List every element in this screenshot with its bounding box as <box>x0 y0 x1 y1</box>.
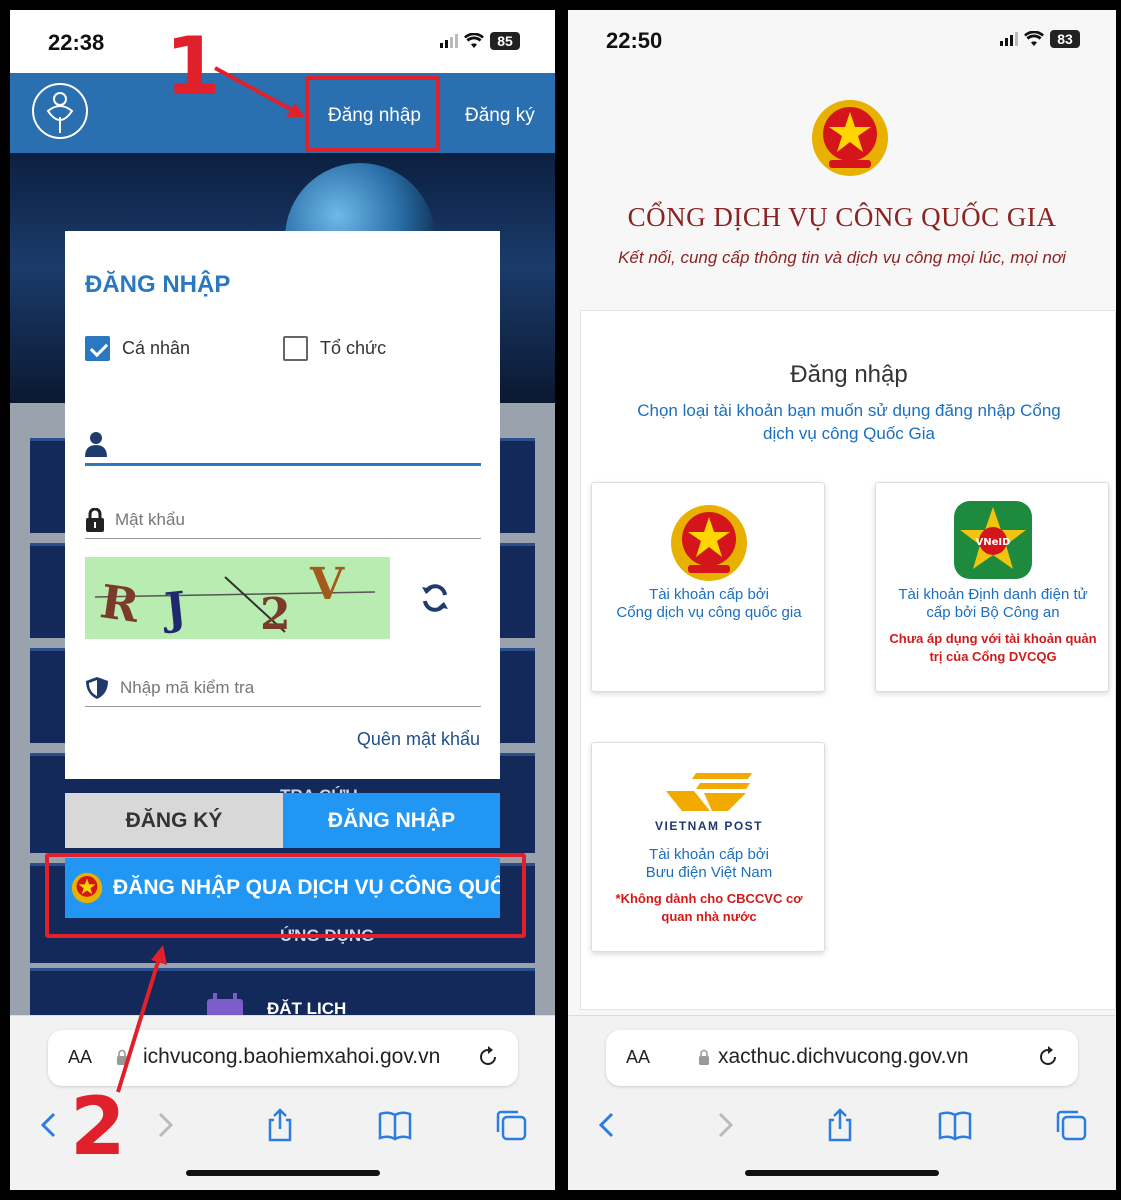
account-option-vneid[interactable]: VNeID Tài khoản Định danh điện tử cấp bở… <box>875 482 1109 692</box>
share-icon[interactable] <box>263 1108 297 1142</box>
home-indicator <box>185 1170 380 1176</box>
national-emblem-icon <box>812 100 888 176</box>
wifi-icon <box>464 33 484 48</box>
account-label-line2: Cổng dịch vụ công quốc gia <box>616 604 802 621</box>
forward-icon[interactable] <box>708 1108 742 1142</box>
lock-icon <box>86 508 104 532</box>
account-label-line1: Tài khoản cấp bởi <box>649 586 769 603</box>
register-button[interactable]: ĐĂNG KÝ <box>65 793 283 848</box>
captcha-text: R J 2 V <box>94 559 376 640</box>
organization-checkbox[interactable] <box>283 336 308 361</box>
account-label-line1: Tài khoản cấp bởi <box>649 846 769 863</box>
address-bar[interactable]: AA xacthuc.dichvucong.gov.vn <box>606 1030 1078 1086</box>
bookmarks-icon[interactable] <box>378 1108 412 1142</box>
individual-option[interactable]: Cá nhân <box>85 336 190 361</box>
url-text: ichvucong.baohiemxahoi.gov.vn <box>143 1045 441 1068</box>
portal-subtitle: Kết nối, cung cấp thông tin và dịch vụ c… <box>618 248 1066 267</box>
forgot-password-link[interactable]: Quên mật khẩu <box>357 729 480 750</box>
individual-checkbox[interactable] <box>85 336 110 361</box>
password-input[interactable]: Mật khẩu <box>85 503 481 539</box>
status-icons: 85 <box>440 32 520 50</box>
account-label-line2: Bưu điện Việt Nam <box>645 864 773 881</box>
svg-text:R: R <box>97 574 143 633</box>
shield-icon <box>86 677 108 699</box>
battery-icon: 85 <box>490 32 520 50</box>
reader-aa-button[interactable]: AA <box>626 1047 650 1068</box>
captcha-code-placeholder: Nhập mã kiểm tra <box>120 678 255 697</box>
login-title: Đăng nhập <box>790 361 908 388</box>
browser-toolbar: AA xacthuc.dichvucong.gov.vn <box>568 1015 1116 1190</box>
vneid-logo-icon: VNeID <box>954 501 1032 579</box>
password-placeholder: Mật khẩu <box>115 510 185 529</box>
reload-icon[interactable] <box>476 1045 500 1069</box>
home-indicator <box>745 1170 939 1176</box>
signal-icon <box>1000 32 1018 46</box>
forward-icon[interactable] <box>148 1108 182 1142</box>
status-icons: 83 <box>1000 30 1080 48</box>
vneid-badge-icon: VNeID <box>960 507 1026 569</box>
national-emblem-icon <box>671 505 747 581</box>
left-screenshot: 22:38 85 Đăng nhập Đăng ký TRA CỨU ỨNG D… <box>10 10 555 1190</box>
status-time: 22:38 <box>48 30 105 55</box>
back-icon[interactable] <box>32 1108 66 1142</box>
status-time: 22:50 <box>606 28 663 53</box>
captcha-image: R J 2 V <box>85 557 390 640</box>
login-description: Chọn loại tài khoản bạn muốn sử dụng đăn… <box>637 401 1061 443</box>
login-button[interactable]: ĐĂNG NHẬP <box>283 793 500 848</box>
wifi-icon <box>1024 31 1044 46</box>
header-register-link[interactable]: Đăng ký <box>465 105 535 127</box>
portal-title: CỔNG DỊCH VỤ CÔNG QUỐC GIA <box>627 202 1057 232</box>
annotation-number-2: 2 <box>70 1080 126 1173</box>
battery-icon: 83 <box>1050 30 1080 48</box>
svg-text:2: 2 <box>260 589 291 639</box>
refresh-captcha-icon[interactable] <box>420 583 450 613</box>
signal-icon <box>440 34 458 48</box>
tabs-icon[interactable] <box>1054 1108 1088 1142</box>
login-form: ĐĂNG NHẬP Cá nhân Tổ chức Mật khẩu R J 2… <box>65 231 500 779</box>
back-icon[interactable] <box>590 1108 624 1142</box>
vietnam-post-logo-icon <box>666 773 752 811</box>
right-screenshot: 22:50 83 CỔNG DỊCH VỤ CÔNG QUỐC GIA Kết … <box>568 10 1116 1190</box>
share-icon[interactable] <box>823 1108 857 1142</box>
account-label-line1: Tài khoản Định danh điện tử <box>898 586 1088 603</box>
annotation-box-1 <box>305 76 440 152</box>
user-icon <box>85 432 107 457</box>
lock-icon <box>699 1049 709 1065</box>
status-bar: 22:38 85 <box>10 10 555 72</box>
login-panel: Đăng nhập Chọn loại tài khoản bạn muốn s… <box>580 310 1116 1010</box>
account-label-line2: cấp bởi Bộ Công an <box>926 604 1060 621</box>
lock-icon <box>117 1049 127 1065</box>
svg-text:V: V <box>309 559 345 610</box>
address-bar[interactable]: AA ichvucong.baohiemxahoi.gov.vn <box>48 1030 518 1086</box>
tabs-icon[interactable] <box>494 1108 528 1142</box>
username-input[interactable] <box>85 426 481 466</box>
bhxh-logo-icon <box>32 83 88 139</box>
account-option-vietnam-post[interactable]: VIETNAM POST Tài khoản cấp bởi Bưu điện … <box>591 742 825 952</box>
organization-label: Tổ chức <box>320 338 387 358</box>
account-warning: Chưa áp dụng với tài khoản quản trị của … <box>889 631 1097 664</box>
individual-label: Cá nhân <box>122 338 191 358</box>
captcha-code-input[interactable]: Nhập mã kiểm tra <box>85 671 481 707</box>
url-text: xacthuc.dichvucong.gov.vn <box>718 1045 969 1068</box>
account-option-national-portal[interactable]: Tài khoản cấp bởi Cổng dịch vụ công quốc… <box>591 482 825 692</box>
bookmarks-icon[interactable] <box>938 1108 972 1142</box>
vietnam-post-brand: VIETNAM POST <box>654 819 763 833</box>
site-header: Đăng nhập Đăng ký <box>10 73 555 153</box>
status-bar: 22:50 83 <box>568 10 1116 72</box>
reload-icon[interactable] <box>1036 1045 1060 1069</box>
organization-option[interactable]: Tổ chức <box>283 336 386 361</box>
annotation-box-2 <box>45 853 526 938</box>
svg-text:J: J <box>159 583 189 636</box>
annotation-number-1: 1 <box>165 20 221 113</box>
login-title: ĐĂNG NHẬP <box>85 271 231 298</box>
vneid-badge-text: VNeID <box>976 537 1011 548</box>
account-warning: *Không dành cho CBCCVC cơ quan nhà nước <box>615 891 803 924</box>
reader-aa-button[interactable]: AA <box>68 1047 92 1068</box>
